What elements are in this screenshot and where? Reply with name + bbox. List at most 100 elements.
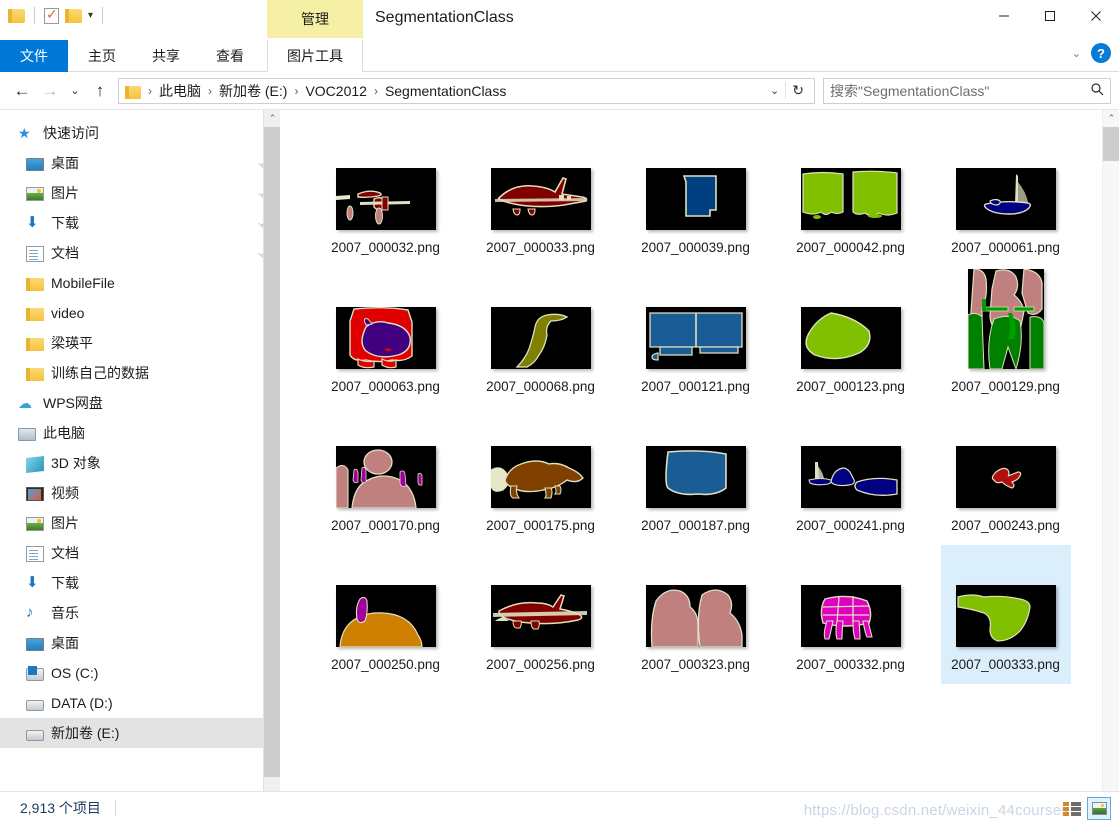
details-view-button[interactable] bbox=[1060, 797, 1084, 820]
segmentation-thumbnail[interactable] bbox=[955, 446, 1056, 508]
file-tile[interactable]: 2007_000068.png bbox=[476, 267, 606, 406]
breadcrumb-bar[interactable]: › 此电脑 › 新加卷 (E:) › VOC2012 › Segmentatio… bbox=[118, 77, 815, 104]
sidebar-item-14[interactable]: 文档 bbox=[0, 538, 280, 568]
segmentation-thumbnail[interactable] bbox=[335, 307, 436, 369]
maximize-button[interactable] bbox=[1027, 0, 1073, 31]
breadcrumb-item-0[interactable]: 此电脑 bbox=[156, 81, 204, 101]
scrollbar-thumb[interactable] bbox=[264, 127, 280, 777]
scrollbar-thumb[interactable] bbox=[1103, 127, 1119, 161]
sidebar-item-1[interactable]: 桌面⇲ bbox=[0, 148, 280, 178]
contextual-tab-group-label[interactable]: 管理 bbox=[267, 0, 363, 38]
file-tile[interactable]: 2007_000243.png bbox=[941, 406, 1071, 545]
search-input[interactable]: 搜索"SegmentationClass" bbox=[830, 81, 1090, 101]
file-tile[interactable]: 2007_000121.png bbox=[631, 267, 761, 406]
file-tile[interactable]: 2007_000333.png bbox=[940, 545, 1071, 684]
file-tile[interactable]: 2007_000175.png bbox=[476, 406, 606, 545]
file-tile[interactable]: 2007_000063.png bbox=[321, 267, 451, 406]
thumbnail-container bbox=[800, 412, 901, 508]
sidebar-item-13[interactable]: 图片 bbox=[0, 508, 280, 538]
close-button[interactable] bbox=[1073, 0, 1119, 31]
segmentation-thumbnail[interactable] bbox=[490, 585, 591, 647]
segmentation-thumbnail[interactable] bbox=[955, 168, 1056, 230]
segmentation-thumbnail[interactable] bbox=[490, 168, 591, 230]
large-icons-view-button[interactable] bbox=[1087, 797, 1111, 820]
sidebar-item-4[interactable]: 文档⇲ bbox=[0, 238, 280, 268]
file-tile[interactable]: 2007_000170.png bbox=[321, 406, 451, 545]
scroll-up-icon[interactable]: ⌃ bbox=[264, 110, 280, 127]
sidebar-item-16[interactable]: ♪ 音乐 bbox=[0, 598, 280, 628]
breadcrumb-item-2[interactable]: VOC2012 bbox=[302, 83, 369, 99]
sidebar-item-10[interactable]: 此电脑 bbox=[0, 418, 280, 448]
help-icon[interactable]: ? bbox=[1091, 43, 1111, 63]
file-tile[interactable]: 2007_000250.png bbox=[321, 545, 451, 684]
sidebar-item-0[interactable]: ★ 快速访问 bbox=[0, 118, 280, 148]
refresh-icon[interactable]: ↻ bbox=[785, 82, 810, 99]
file-tile[interactable]: 2007_000032.png bbox=[321, 128, 451, 267]
segmentation-thumbnail[interactable] bbox=[645, 446, 746, 508]
segmentation-thumbnail[interactable] bbox=[335, 585, 436, 647]
back-button[interactable]: ← bbox=[8, 78, 36, 104]
customize-toolbar-caret[interactable]: ▾ bbox=[88, 10, 93, 21]
chevron-down-icon[interactable]: ⌄ bbox=[1072, 47, 1081, 60]
new-folder-icon[interactable] bbox=[65, 8, 82, 23]
sidebar-item-2[interactable]: 图片⇲ bbox=[0, 178, 280, 208]
file-tile[interactable]: 2007_000039.png bbox=[631, 128, 761, 267]
file-tile[interactable]: 2007_000061.png bbox=[941, 128, 1071, 267]
sidebar-item-11[interactable]: 3D 对象 bbox=[0, 448, 280, 478]
file-tile[interactable]: 2007_000187.png bbox=[631, 406, 761, 545]
sidebar-item-19[interactable]: DATA (D:) bbox=[0, 688, 280, 718]
forward-button[interactable]: → bbox=[36, 78, 64, 104]
sidebar-item-18[interactable]: OS (C:) bbox=[0, 658, 280, 688]
file-tile[interactable]: 2007_000323.png bbox=[631, 545, 761, 684]
sidebar-item-15[interactable]: ⬇ 下载 bbox=[0, 568, 280, 598]
sidebar-item-8[interactable]: 训练自己的数据 bbox=[0, 358, 280, 388]
navigation-scrollbar[interactable]: ⌃ ⌄ bbox=[263, 110, 280, 821]
segmentation-thumbnail[interactable] bbox=[645, 168, 746, 230]
file-tile[interactable]: 2007_000123.png bbox=[786, 267, 916, 406]
sidebar-item-12[interactable]: 视频 bbox=[0, 478, 280, 508]
breadcrumb-item-1[interactable]: 新加卷 (E:) bbox=[216, 81, 290, 101]
recent-locations-button[interactable]: ⌄ bbox=[64, 78, 86, 104]
file-tile[interactable]: 2007_000256.png bbox=[476, 545, 606, 684]
segmentation-thumbnail[interactable] bbox=[645, 585, 746, 647]
scroll-up-icon[interactable]: ⌃ bbox=[1103, 110, 1119, 127]
sidebar-item-17[interactable]: 桌面 bbox=[0, 628, 280, 658]
search-icon[interactable] bbox=[1090, 82, 1104, 99]
sidebar-item-7[interactable]: 梁瑛平 bbox=[0, 328, 280, 358]
segmentation-thumbnail[interactable] bbox=[800, 446, 901, 508]
file-tile[interactable]: 2007_000241.png bbox=[786, 406, 916, 545]
sidebar-item-20[interactable]: 新加卷 (E:) bbox=[0, 718, 280, 748]
file-tile[interactable]: 2007_000033.png bbox=[476, 128, 606, 267]
segmentation-thumbnail[interactable] bbox=[800, 307, 901, 369]
file-name-label: 2007_000042.png bbox=[796, 240, 905, 255]
file-tile[interactable]: 2007_000129.png bbox=[941, 267, 1071, 406]
tab-file[interactable]: 文件 bbox=[0, 40, 68, 72]
breadcrumb-dropdown-caret[interactable]: ⌄ bbox=[764, 84, 785, 97]
segmentation-thumbnail[interactable] bbox=[967, 269, 1044, 369]
file-list-scrollbar[interactable]: ⌃ ⌄ bbox=[1102, 110, 1119, 821]
tab-view[interactable]: 查看 bbox=[202, 40, 258, 72]
segmentation-thumbnail[interactable] bbox=[490, 446, 591, 508]
breadcrumb-item-3[interactable]: SegmentationClass bbox=[382, 83, 509, 99]
sidebar-item-6[interactable]: video bbox=[0, 298, 280, 328]
properties-icon[interactable] bbox=[44, 6, 59, 24]
up-button[interactable]: ↑ bbox=[86, 78, 114, 104]
search-box[interactable]: 搜索"SegmentationClass" bbox=[823, 77, 1111, 104]
tab-picture-tools[interactable]: 图片工具 bbox=[267, 40, 363, 72]
file-tile[interactable]: 2007_000042.png bbox=[786, 128, 916, 267]
segmentation-thumbnail[interactable] bbox=[645, 307, 746, 369]
sidebar-item-9[interactable]: ☁ WPS网盘 bbox=[0, 388, 280, 418]
tab-share[interactable]: 共享 bbox=[138, 40, 194, 72]
segmentation-thumbnail[interactable] bbox=[955, 585, 1056, 647]
minimize-button[interactable] bbox=[981, 0, 1027, 31]
file-tile[interactable]: 2007_000332.png bbox=[786, 545, 916, 684]
sidebar-item-3[interactable]: ⬇下载⇲ bbox=[0, 208, 280, 238]
segmentation-thumbnail[interactable] bbox=[335, 446, 436, 508]
segmentation-thumbnail[interactable] bbox=[335, 168, 436, 230]
segmentation-thumbnail[interactable] bbox=[800, 585, 901, 647]
tab-home[interactable]: 主页 bbox=[74, 40, 130, 72]
folder-icon[interactable] bbox=[8, 8, 25, 23]
segmentation-thumbnail[interactable] bbox=[490, 307, 591, 369]
segmentation-thumbnail[interactable] bbox=[800, 168, 901, 230]
sidebar-item-5[interactable]: MobileFile bbox=[0, 268, 280, 298]
